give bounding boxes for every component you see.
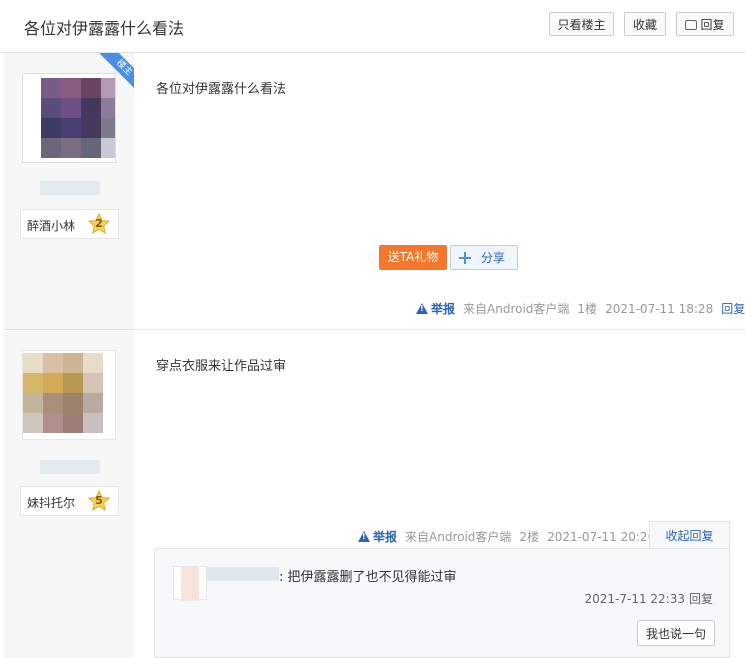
op-badge-label: 楼主 [97,53,134,91]
plus-icon [459,252,471,264]
post-1-source: 来自Android客户端 [463,302,570,316]
level-star-icon: 5 [87,489,111,512]
post-1-reply-link[interactable]: 回复 [721,302,745,316]
comment-icon [685,20,698,30]
post-2-content: 穿点衣服来让作品过审 [156,359,287,374]
post-1-content: 各位对伊露露什么看法 [156,82,287,97]
sub-replies-panel: : 把伊露露删了也不见得能过审 2021-7-11 22:33 回复 我也说一句 [154,548,730,658]
sub-reply-time: 2021-7-11 22:33 [584,592,685,606]
post-2-floor: 2楼 [519,530,540,544]
level-star-icon: 2 [87,212,111,235]
post-2-avatar[interactable] [22,350,116,440]
op-badge: 楼主 [96,53,134,91]
post-1-username: 醉酒小林 [27,219,76,233]
thread-title: 各位对伊露露什么看法 [24,19,185,38]
collapse-replies-button[interactable]: 收起回复 [649,521,730,549]
post-1-time: 2021-07-11 18:28 [605,302,714,316]
sub-reply-avatar[interactable] [173,566,207,601]
post-1-user-card[interactable]: 醉酒小林 2 [20,209,119,239]
post-2-user-card[interactable]: 妹抖托尔 5 [20,486,119,516]
sub-reply-meta: 2021-7-11 22:33 回复 [584,590,713,607]
share-button-label: 分享 [481,251,506,265]
add-comment-button[interactable]: 我也说一句 [637,620,715,646]
post-1-level: 2 [95,217,103,230]
post-2-level: 5 [95,494,103,507]
only-op-button[interactable]: 只看楼主 [549,12,614,36]
thread-header: 各位对伊露露什么看法 只看楼主 收藏 回复 [0,0,745,53]
share-button[interactable]: 分享 [450,245,518,270]
warning-icon [358,531,370,542]
post-divider [4,329,745,330]
warning-icon [416,303,428,314]
sub-reply-text: : 把伊露露删了也不见得能过审 [279,570,457,585]
post-2-report-link[interactable]: 举报 [373,530,397,544]
post-2-time: 2021-07-11 20:26 [547,530,656,544]
sub-reply-reply-link[interactable]: 回复 [689,592,713,606]
reply-button[interactable]: 回复 [676,12,734,36]
post-2-username-blurred [40,460,100,474]
post-1-meta: 举报来自Android客户端 1楼 2021-07-11 18:28 回复 [416,300,745,317]
post-1-username-blurred [40,181,100,195]
send-gift-button[interactable]: 送TA礼物 [379,245,447,270]
avatar-pixelated-image [23,353,103,433]
post-2-source: 来自Android客户端 [405,530,512,544]
reply-button-label: 回复 [700,18,725,32]
post-2-meta: 举报来自Android客户端 2楼 2021-07-11 20:26 [358,528,655,545]
sub-reply-username-blurred [207,567,279,581]
favorite-button[interactable]: 收藏 [624,12,666,36]
post-1-report-link[interactable]: 举报 [431,302,455,316]
post-2-username: 妹抖托尔 [27,496,76,510]
post-1-floor: 1楼 [577,302,598,316]
